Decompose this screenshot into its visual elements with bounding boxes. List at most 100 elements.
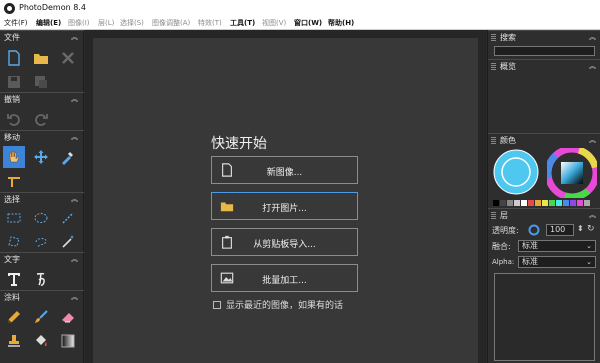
color-wheel[interactable] bbox=[547, 148, 597, 198]
section-select-header[interactable]: 选择 ︽ bbox=[0, 192, 84, 205]
close-file-tool[interactable] bbox=[57, 47, 79, 69]
section-move-header[interactable]: 移动 ︽ bbox=[0, 130, 84, 143]
reset-icon[interactable]: ↻ bbox=[587, 224, 595, 234]
text-icon bbox=[8, 273, 20, 286]
section-file-header[interactable]: 文件 ︽ bbox=[0, 30, 84, 43]
save-as-tool[interactable] bbox=[30, 71, 52, 93]
open-image-button[interactable]: 打开图片... bbox=[211, 192, 358, 220]
new-image-button[interactable]: 新图像... bbox=[211, 156, 358, 184]
new-file-tool[interactable] bbox=[3, 47, 25, 69]
show-recent-label: 显示最近的图像，如果有的话 bbox=[226, 301, 344, 311]
color-panel-header[interactable]: 颜色 ︽ bbox=[488, 133, 600, 146]
typography-tool[interactable] bbox=[30, 268, 52, 290]
menu-window[interactable]: 窗口(W) bbox=[294, 18, 322, 28]
section-undo-header[interactable]: 撤销 ︽ bbox=[0, 92, 84, 105]
menu-effects[interactable]: 特效(T) bbox=[198, 18, 222, 28]
menu-tools[interactable]: 工具(T) bbox=[230, 18, 255, 28]
undo-tool[interactable] bbox=[3, 108, 25, 130]
alpha-mode-value: 标准 bbox=[522, 257, 538, 266]
app-icon bbox=[4, 3, 15, 14]
blend-mode-select[interactable]: 标准 ⌄ bbox=[518, 240, 596, 252]
chevron-up-icon[interactable]: ︽ bbox=[589, 61, 596, 71]
grip-icon[interactable] bbox=[491, 211, 496, 219]
pencil-tool[interactable] bbox=[3, 306, 25, 328]
alpha-mode-select[interactable]: 标准 ⌄ bbox=[518, 256, 596, 268]
save-icon bbox=[8, 76, 20, 88]
overview-panel-header[interactable]: 概览 ︽ bbox=[488, 59, 600, 72]
magic-wand-tool[interactable] bbox=[57, 230, 79, 252]
search-panel-header[interactable]: 搜索 ︽ bbox=[488, 30, 600, 43]
toolbox-panel: 文件 ︽ 撤销 ︽ 移动 ︽ 选择 ︽ 文字 ︽ 涂料 ︽ bbox=[0, 30, 84, 363]
grip-icon[interactable] bbox=[491, 62, 496, 70]
section-undo-label: 撤销 bbox=[4, 95, 20, 104]
color-swatch-row[interactable] bbox=[493, 200, 591, 206]
menu-adjustments[interactable]: 图像调整(A) bbox=[152, 18, 190, 28]
hand-tool[interactable] bbox=[3, 146, 25, 168]
grip-icon[interactable] bbox=[491, 33, 496, 41]
redo-tool[interactable] bbox=[30, 108, 52, 130]
ellipse-select-tool[interactable] bbox=[30, 207, 52, 229]
opacity-input[interactable]: 100 bbox=[546, 224, 574, 236]
lasso-select-tool[interactable] bbox=[30, 230, 52, 252]
batch-process-button[interactable]: 批量加工... bbox=[211, 264, 358, 292]
open-file-tool[interactable] bbox=[30, 47, 52, 69]
menu-image[interactable]: 图像(I) bbox=[68, 18, 90, 28]
menu-edit[interactable]: 编辑(E) bbox=[36, 18, 61, 28]
chevron-up-icon[interactable]: ︽ bbox=[71, 32, 78, 42]
menu-view[interactable]: 视图(V) bbox=[262, 18, 286, 28]
rect-select-tool[interactable] bbox=[3, 207, 25, 229]
new-image-label: 新图像... bbox=[266, 168, 303, 178]
show-recent-option[interactable]: 显示最近的图像，如果有的话 bbox=[213, 298, 343, 311]
section-paint-header[interactable]: 涂料 ︽ bbox=[0, 290, 84, 303]
section-move-label: 移动 bbox=[4, 133, 20, 142]
rect-select-icon bbox=[7, 213, 21, 223]
batch-process-label: 批量加工... bbox=[262, 276, 307, 286]
import-clipboard-button[interactable]: 从剪贴板导入... bbox=[211, 228, 358, 256]
menu-select[interactable]: 选择(S) bbox=[120, 18, 144, 28]
eyedropper-icon bbox=[62, 152, 73, 165]
menu-layer[interactable]: 层(L) bbox=[98, 18, 114, 28]
chevron-up-icon[interactable]: ︽ bbox=[71, 94, 78, 104]
stamp-icon bbox=[8, 335, 20, 347]
opacity-label: 透明度: bbox=[492, 226, 519, 235]
chevron-up-icon[interactable]: ︽ bbox=[589, 135, 596, 145]
brush-tool[interactable] bbox=[30, 306, 52, 328]
opacity-slider-knob[interactable] bbox=[528, 224, 540, 236]
measure-tool[interactable] bbox=[3, 170, 25, 192]
text-tool[interactable] bbox=[3, 268, 25, 290]
fill-tool[interactable] bbox=[30, 330, 52, 352]
chevron-up-icon[interactable]: ︽ bbox=[71, 132, 78, 142]
layer-list[interactable] bbox=[494, 273, 595, 361]
blend-mode-value: 标准 bbox=[522, 241, 538, 250]
layers-panel-header[interactable]: 层 ︽ bbox=[488, 208, 600, 221]
section-text-label: 文字 bbox=[4, 255, 20, 264]
chevron-up-icon[interactable]: ︽ bbox=[71, 292, 78, 302]
typography-icon bbox=[36, 272, 45, 286]
chevron-up-icon[interactable]: ︽ bbox=[589, 210, 596, 220]
chevron-down-icon: ⌄ bbox=[586, 242, 592, 250]
menu-help[interactable]: 帮助(H) bbox=[328, 18, 354, 28]
move-tool[interactable] bbox=[30, 146, 52, 168]
chevron-up-icon[interactable]: ︽ bbox=[71, 194, 78, 204]
save-as-icon bbox=[35, 76, 47, 88]
ellipse-select-icon bbox=[34, 213, 48, 223]
eraser-tool[interactable] bbox=[57, 306, 79, 328]
chevron-down-icon: ⌄ bbox=[586, 258, 592, 266]
save-tool[interactable] bbox=[3, 71, 25, 93]
grip-icon[interactable] bbox=[491, 136, 496, 144]
search-input[interactable] bbox=[494, 46, 595, 56]
line-select-tool[interactable] bbox=[57, 207, 79, 229]
show-recent-checkbox[interactable] bbox=[213, 301, 221, 309]
polygon-select-tool[interactable] bbox=[3, 230, 25, 252]
chevron-up-icon[interactable]: ︽ bbox=[71, 254, 78, 264]
section-paint-label: 涂料 bbox=[4, 293, 20, 302]
primary-color-swatch[interactable] bbox=[492, 148, 540, 196]
polygon-select-icon bbox=[8, 236, 20, 247]
clone-stamp-tool[interactable] bbox=[3, 330, 25, 352]
chevron-up-icon[interactable]: ︽ bbox=[589, 32, 596, 42]
color-picker-tool[interactable] bbox=[57, 146, 79, 168]
gradient-tool[interactable] bbox=[57, 330, 79, 352]
opacity-spinner-icon[interactable]: ⬍ bbox=[577, 224, 584, 233]
menu-file[interactable]: 文件(F) bbox=[4, 18, 28, 28]
section-text-header[interactable]: 文字 ︽ bbox=[0, 252, 84, 265]
